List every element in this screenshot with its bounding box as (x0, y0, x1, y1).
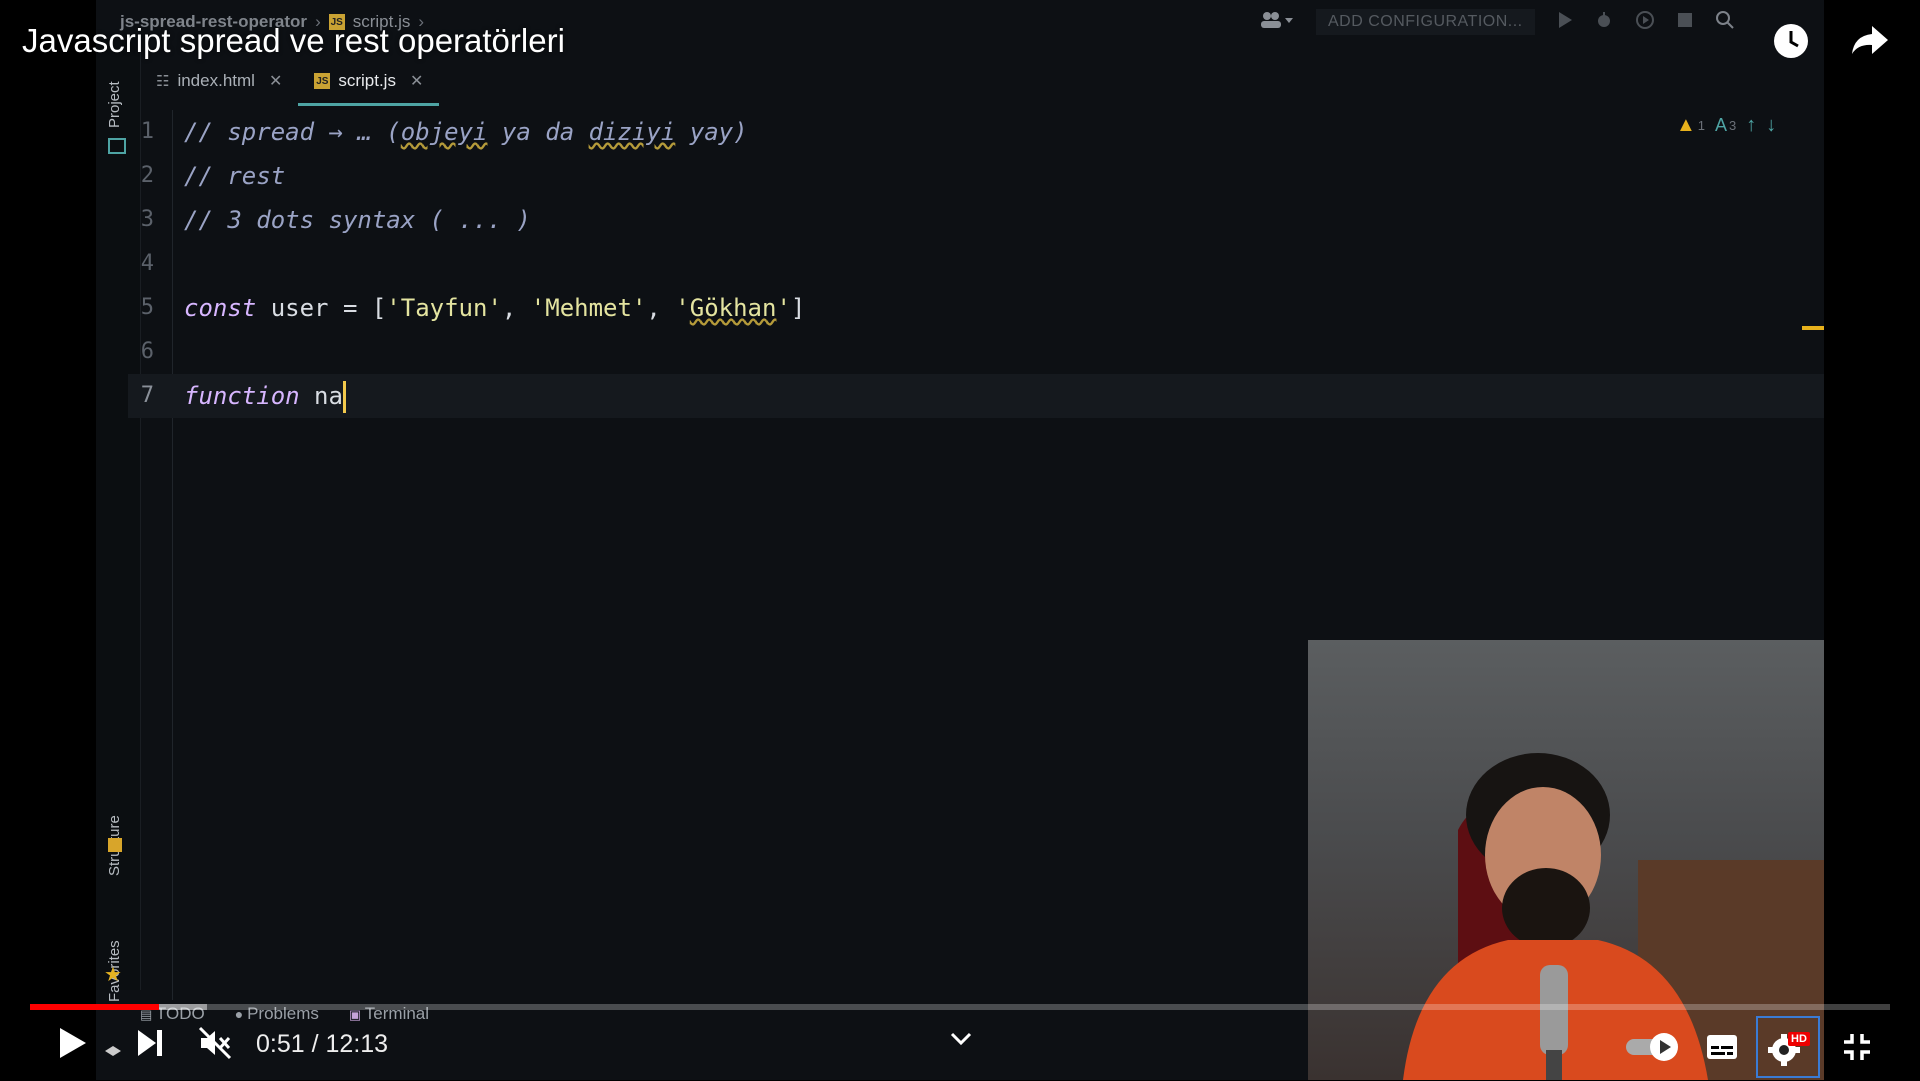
video-title[interactable]: Javascript spread ve rest operatörleri (22, 22, 565, 60)
ide-toolbar: ADD CONFIGURATION... (1260, 6, 1735, 38)
exit-fullscreen-icon[interactable] (1842, 1032, 1872, 1067)
code-line[interactable]: 2 // rest (128, 154, 1824, 198)
settings-icon[interactable]: HD (1756, 1016, 1820, 1078)
arrow-down-icon[interactable]: ↓ (1766, 114, 1776, 137)
project-tool-label[interactable]: Project (106, 48, 123, 128)
code-token: ya da (487, 118, 589, 146)
add-configuration-button[interactable]: ADD CONFIGURATION... (1316, 9, 1535, 35)
structure-tool-label[interactable]: Structure (106, 756, 123, 876)
js-file-icon: JS (314, 73, 331, 89)
code-line[interactable]: 7 function na (128, 374, 1824, 418)
share-icon[interactable] (1850, 22, 1890, 65)
play-icon[interactable] (58, 1026, 88, 1065)
code-token: yay) (675, 118, 748, 146)
code-line[interactable]: 5 const user = ['Tayfun', 'Mehmet', 'Gökh… (128, 286, 1824, 330)
code-token: ' (675, 294, 690, 322)
warning-stripe-marker[interactable] (1802, 326, 1824, 330)
watch-later-icon[interactable] (1772, 22, 1810, 65)
typo-count: 3 (1729, 118, 1737, 133)
progress-played (30, 1004, 160, 1010)
code-text[interactable]: function na (184, 374, 346, 418)
typo-icon: A (1715, 115, 1728, 135)
code-token: function (184, 382, 300, 410)
code-token: ' (776, 294, 791, 322)
line-number[interactable]: 7 (128, 374, 154, 418)
code-line[interactable]: 4 (128, 242, 1824, 286)
warning-icon: ▲ (1676, 114, 1696, 136)
code-line[interactable]: 3 // 3 dots syntax ( ... ) (128, 198, 1824, 242)
player-controls: 0:51 / 12:13 HD (0, 1016, 1920, 1080)
html-file-icon: ☷ (156, 73, 170, 90)
line-number[interactable]: 1 (128, 110, 154, 154)
time-current: 0:51 (256, 1030, 305, 1058)
code-token: 'Tayfun' (386, 294, 502, 322)
code-token: // 3 dots syntax ( ... ) (184, 206, 531, 234)
code-token: Gökhan (689, 294, 777, 322)
code-token: , (501, 294, 531, 322)
next-icon[interactable] (136, 1026, 164, 1065)
subtitles-icon[interactable] (1706, 1034, 1738, 1065)
time-separator: / (304, 1030, 326, 1058)
line-number[interactable]: 6 (128, 330, 154, 374)
line-number[interactable]: 2 (128, 154, 154, 198)
time-display: 0:51 / 12:13 (256, 1030, 388, 1059)
mute-icon[interactable] (198, 1026, 232, 1065)
arrow-up-icon[interactable]: ↑ (1746, 114, 1756, 137)
project-icon (108, 138, 126, 154)
tab-label: index.html (177, 71, 255, 90)
layers-icon (104, 1044, 122, 1065)
close-icon[interactable]: ✕ (269, 71, 282, 91)
code-token: user = [ (256, 294, 387, 322)
code-text[interactable]: const user = ['Tayfun', 'Mehmet', 'Gökha… (184, 286, 805, 330)
close-icon[interactable]: ✕ (410, 71, 423, 91)
code-line[interactable]: 6 (128, 330, 1824, 374)
users-icon[interactable] (1260, 11, 1294, 34)
search-icon[interactable] (1715, 10, 1735, 35)
time-total: 12:13 (325, 1030, 389, 1058)
webcam-overlay (1308, 640, 1824, 1080)
editor-tabs: ☷ index.html ✕ JS script.js ✕ (140, 56, 440, 106)
chevron-down-icon[interactable] (950, 1032, 972, 1051)
code-token: , (646, 294, 676, 322)
code-token: // rest (184, 162, 286, 190)
run-icon[interactable] (1557, 11, 1573, 34)
code-line[interactable]: 1 // spread → … (objeyi ya da diziyi yay) (128, 110, 1824, 154)
profile-icon[interactable] (1635, 10, 1655, 35)
top-actions (1772, 22, 1890, 65)
code-token: const (184, 294, 257, 322)
star-icon: ★ (104, 964, 122, 986)
code-text[interactable]: // spread → … (objeyi ya da diziyi yay) (184, 110, 748, 154)
tab-script-js[interactable]: JS script.js ✕ (298, 56, 440, 106)
code-text[interactable]: // rest (184, 154, 285, 198)
code-token: na (299, 382, 343, 410)
text-caret (342, 381, 346, 413)
code-text[interactable]: // 3 dots syntax ( ... ) (184, 198, 531, 242)
autoplay-toggle[interactable] (1624, 1032, 1682, 1067)
tab-label: script.js (338, 71, 396, 90)
progress-bar[interactable] (30, 1004, 1890, 1010)
line-number[interactable]: 4 (128, 242, 154, 286)
code-token: ] (790, 294, 806, 322)
inspection-widget[interactable]: ▲ 1 A 3 ↑ ↓ (1676, 114, 1776, 137)
code-token: 'Mehmet' (530, 294, 647, 322)
code-token: objeyi (400, 118, 488, 146)
tab-index-html[interactable]: ☷ index.html ✕ (140, 56, 298, 106)
debug-icon[interactable] (1595, 11, 1613, 34)
code-token: // spread → … ( (184, 118, 401, 146)
code-token: diziyi (588, 118, 676, 146)
presenter-video (1403, 753, 1824, 1080)
structure-icon (108, 838, 122, 852)
line-number[interactable]: 5 (128, 286, 154, 330)
line-number[interactable]: 3 (128, 198, 154, 242)
quality-badge: HD (1788, 1032, 1810, 1046)
stop-icon[interactable] (1677, 12, 1693, 33)
warning-count: 1 (1697, 118, 1706, 133)
